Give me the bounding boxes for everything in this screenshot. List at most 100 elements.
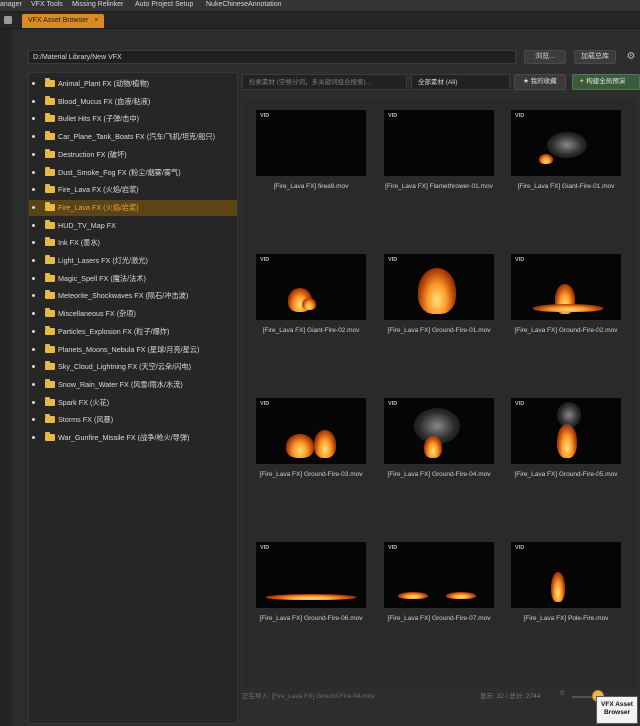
tree-item[interactable]: War_Gunfire_Missile FX (战争/枪火/导弹): [29, 430, 237, 446]
expand-bullet-icon[interactable]: [32, 135, 35, 139]
tree-item[interactable]: Magic_Spell FX (魔法/法术): [29, 271, 237, 287]
tree-item[interactable]: Particles_Explosion FX (粒子/爆炸): [29, 324, 237, 340]
tree-item[interactable]: Dust_Smoke_Fog FX (粉尘/烟雾/雾气): [29, 165, 237, 181]
library-path-field[interactable]: D:/Material Library/New VFX: [28, 50, 516, 64]
asset-filename: [Fire_Lava FX] Ground-Fire-04.mov: [387, 471, 491, 478]
video-thumbnail[interactable]: VID: [256, 254, 366, 320]
expand-bullet-icon[interactable]: [32, 205, 35, 209]
search-input[interactable]: 检索素材 (空格分词，多关键词组合搜索)...: [242, 74, 407, 90]
folder-icon: [45, 414, 55, 424]
tree-item[interactable]: Sky_Cloud_Lightning FX (天空/云朵/闪电): [29, 359, 237, 375]
folder-icon: [45, 272, 55, 282]
tree-item[interactable]: HUD_TV_Map FX: [29, 218, 237, 234]
asset-card[interactable]: VID [Fire_Lava FX] Ground-Fire-07.mov: [384, 542, 494, 672]
video-thumbnail[interactable]: VID: [511, 110, 621, 176]
expand-bullet-icon[interactable]: [32, 276, 35, 280]
tree-item[interactable]: Planets_Moons_Nebula FX (星球/月亮/星云): [29, 342, 237, 358]
expand-bullet-icon[interactable]: [32, 152, 35, 156]
expand-bullet-icon[interactable]: [32, 312, 35, 316]
menu-item-manager[interactable]: anager: [0, 1, 22, 8]
asset-card[interactable]: VID [Fire_Lava FX] firea9.mov: [256, 110, 366, 240]
video-thumbnail[interactable]: VID: [384, 542, 494, 608]
video-badge: VID: [260, 401, 270, 407]
tree-item-label: Dust_Smoke_Fog FX (粉尘/烟雾/雾气): [58, 167, 181, 177]
asset-card[interactable]: VID [Fire_Lava FX] Ground-Fire-02.mov: [511, 254, 621, 384]
tree-item[interactable]: Ink FX (墨水): [29, 235, 237, 251]
fire-effect-graphic: [418, 268, 456, 314]
expand-bullet-icon[interactable]: [32, 241, 35, 245]
menu-item-missing-relinker[interactable]: Missing Relinker: [72, 1, 123, 8]
menu-item-auto-project-setup[interactable]: Auto Project Setup: [135, 1, 193, 8]
panel-menu-icon[interactable]: [4, 16, 12, 24]
dock-side-strip: [0, 29, 12, 726]
asset-filename: [Fire_Lava FX] Ground-Fire-06.mov: [259, 615, 363, 622]
video-thumbnail[interactable]: VID: [511, 398, 621, 464]
tree-item[interactable]: Miscellaneous FX (杂项): [29, 306, 237, 322]
video-thumbnail[interactable]: VID: [256, 542, 366, 608]
fire-effect-graphic: [446, 592, 476, 599]
video-badge: VID: [515, 113, 525, 119]
expand-bullet-icon[interactable]: [32, 382, 35, 386]
video-thumbnail[interactable]: VID: [384, 398, 494, 464]
expand-bullet-icon[interactable]: [32, 347, 35, 351]
video-thumbnail[interactable]: VID: [256, 110, 366, 176]
expand-bullet-icon[interactable]: [32, 294, 35, 298]
video-thumbnail[interactable]: VID: [384, 110, 494, 176]
asset-card[interactable]: VID [Fire_Lava FX] Giant-Fire-01.mov: [511, 110, 621, 240]
tree-item[interactable]: Fire_Lava FX (火焰/岩浆): [29, 182, 237, 198]
expand-bullet-icon[interactable]: [32, 223, 35, 227]
expand-bullet-icon[interactable]: [32, 82, 35, 85]
video-thumbnail[interactable]: VID: [511, 542, 621, 608]
expand-bullet-icon[interactable]: [32, 329, 35, 333]
asset-filename: [Fire_Lava FX] Ground-Fire-07.mov: [387, 615, 491, 622]
asset-card[interactable]: VID [Fire_Lava FX] Ground-Fire-06.mov: [256, 542, 366, 672]
menu-item-vfx-tools[interactable]: VFX Tools: [31, 1, 63, 8]
tab-vfx-asset-browser[interactable]: VFX Asset Browser ×: [22, 14, 105, 28]
load-library-button[interactable]: 加载总库: [574, 50, 616, 64]
asset-card[interactable]: VID [Fire_Lava FX] Ground-Fire-01.mov: [384, 254, 494, 384]
video-thumbnail[interactable]: VID: [384, 254, 494, 320]
tab-title: VFX Asset Browser: [28, 17, 89, 24]
tree-item[interactable]: Bullet Hits FX (子弹/击中): [29, 111, 237, 127]
expand-bullet-icon[interactable]: [32, 99, 35, 103]
fire-effect-graphic: [398, 592, 428, 599]
expand-bullet-icon[interactable]: [32, 365, 35, 369]
tree-item[interactable]: Animal_Plant FX (动物/植物): [29, 76, 237, 92]
tree-item[interactable]: Fire_Lava FX (火焰/岩浆): [29, 199, 237, 216]
asset-filename: [Fire_Lava FX] Ground-Fire-02.mov: [514, 327, 618, 334]
asset-card[interactable]: VID [Fire_Lava FX] Giant-Fire-02.mov: [256, 254, 366, 384]
video-thumbnail[interactable]: VID: [256, 398, 366, 464]
favorites-button[interactable]: ★ 我的收藏: [514, 74, 566, 90]
tree-item[interactable]: Blood_Mucus FX (血液/粘液): [29, 94, 237, 110]
expand-bullet-icon[interactable]: [32, 170, 35, 174]
tree-item[interactable]: Spark FX (火花): [29, 395, 237, 411]
asset-card[interactable]: VID [Fire_Lava FX] Pole-Fire.mov: [511, 542, 621, 672]
asset-card[interactable]: VID [Fire_Lava FX] Flamethrower-01.mov: [384, 110, 494, 240]
tree-item[interactable]: Car_Plane_Tank_Boats FX (汽车/飞机/坦克/船只): [29, 129, 237, 145]
browse-button[interactable]: 浏览...: [524, 50, 566, 64]
asset-filename: [Fire_Lava FX] Giant-Fire-01.mov: [517, 183, 615, 190]
menu-item-nuke-chinese-annotation[interactable]: NukeChineseAnnotation: [206, 1, 282, 8]
tree-item[interactable]: Destruction FX (破坏): [29, 147, 237, 163]
asset-filename: [Fire_Lava FX] firea9.mov: [273, 183, 349, 190]
expand-bullet-icon[interactable]: [32, 117, 35, 121]
filter-select[interactable]: 全部素材 (All): [411, 74, 510, 90]
expand-bullet-icon[interactable]: [32, 188, 35, 192]
close-icon[interactable]: ×: [94, 17, 98, 24]
asset-card[interactable]: VID [Fire_Lava FX] Ground-Fire-05.mov: [511, 398, 621, 528]
expand-bullet-icon[interactable]: [32, 400, 35, 404]
tree-item-label: Light_Lasers FX (灯光/激光): [58, 256, 148, 265]
asset-card[interactable]: VID [Fire_Lava FX] Ground-Fire-04.mov: [384, 398, 494, 528]
asset-filename: [Fire_Lava FX] Flamethrower-01.mov: [385, 183, 493, 190]
video-thumbnail[interactable]: VID: [511, 254, 621, 320]
tree-item[interactable]: Meteorite_Shockwaves FX (陨石/冲击波): [29, 288, 237, 304]
tree-item[interactable]: Light_Lasers FX (灯光/激光): [29, 253, 237, 269]
tree-item[interactable]: Snow_Rain_Water FX (风雪/雨水/水流): [29, 377, 237, 393]
expand-bullet-icon[interactable]: [32, 259, 35, 262]
expand-bullet-icon[interactable]: [32, 436, 35, 439]
tree-item[interactable]: Storms FX (风暴): [29, 412, 237, 428]
build-preview-button[interactable]: ✦ 构建全局预演: [572, 74, 640, 90]
asset-card[interactable]: VID [Fire_Lava FX] Ground-Fire-03.mov: [256, 398, 366, 528]
expand-bullet-icon[interactable]: [32, 418, 35, 422]
gear-icon[interactable]: ⚙: [624, 50, 638, 64]
